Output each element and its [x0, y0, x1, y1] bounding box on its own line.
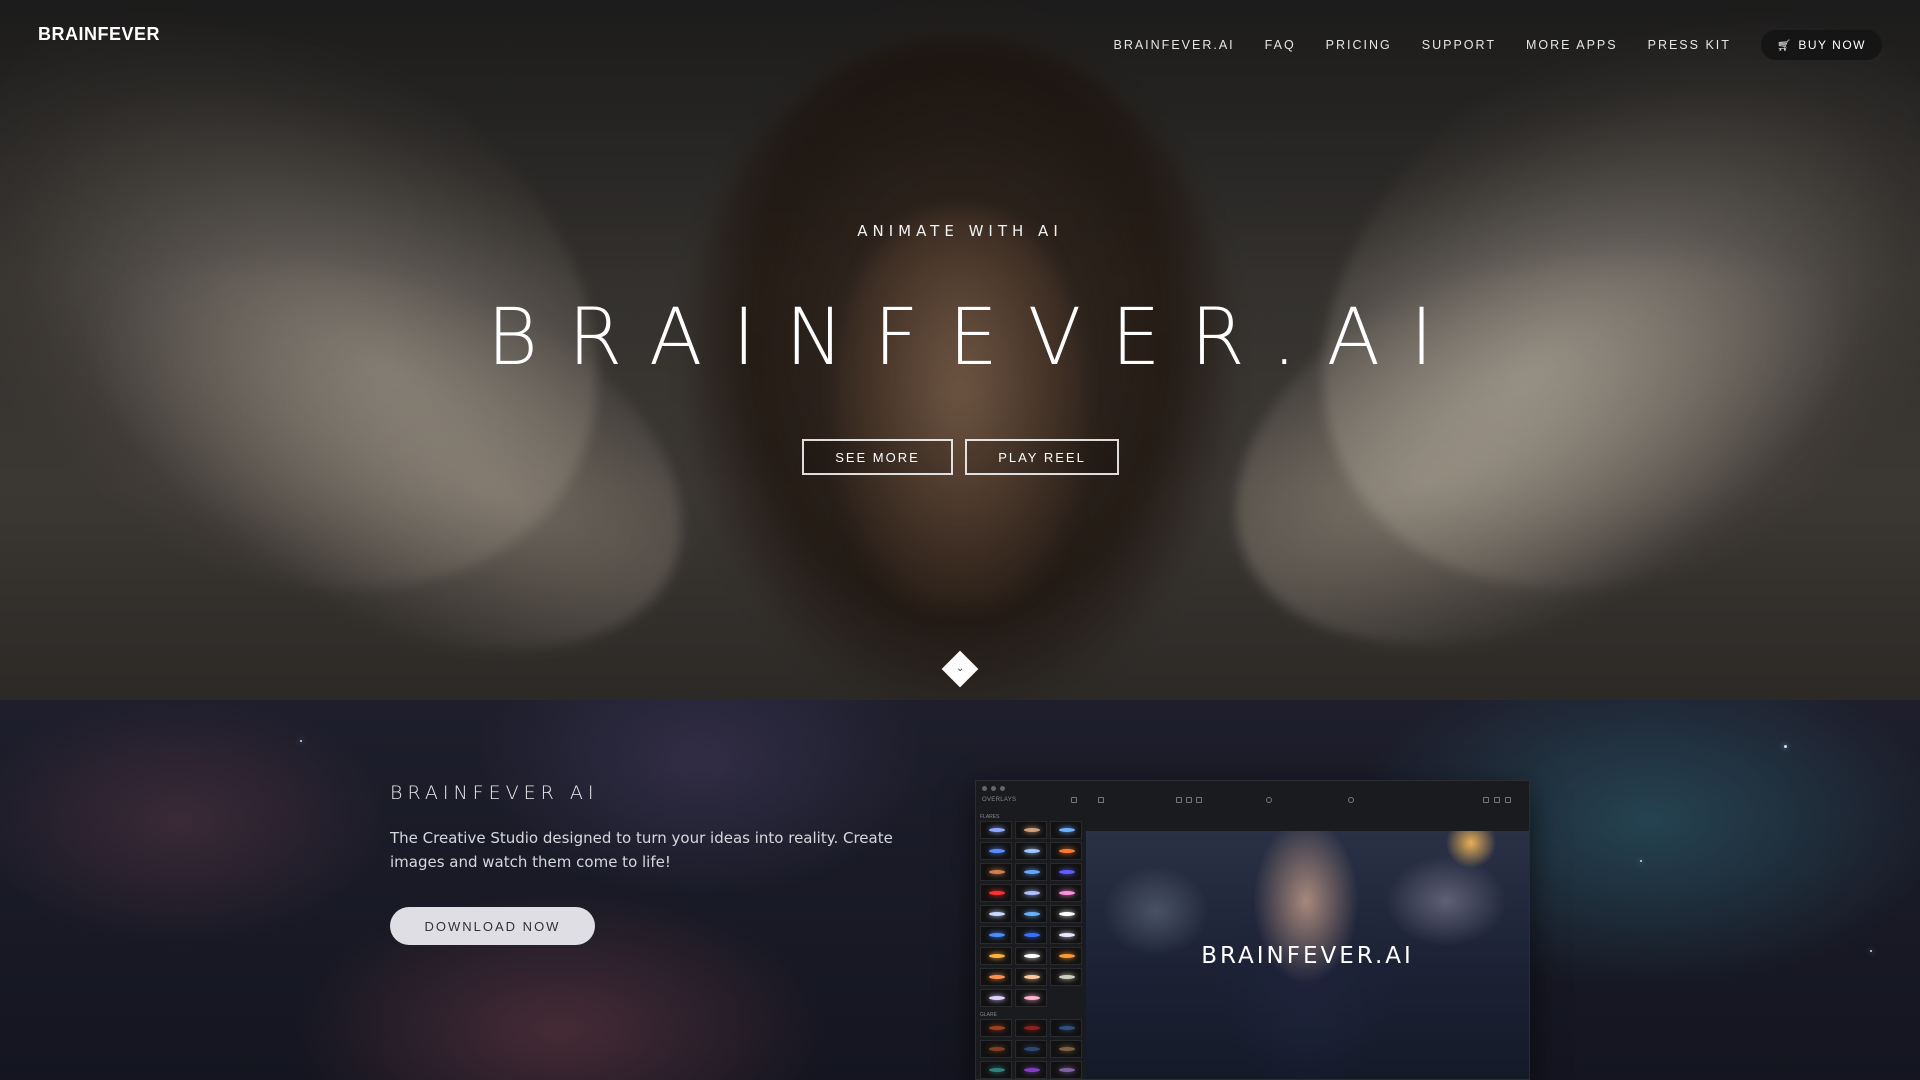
flare-thumb	[1050, 884, 1082, 902]
canvas-preview-text: BRAINFEVER.AI	[1201, 943, 1414, 969]
panel-title: OVERLAYS	[982, 797, 1017, 803]
feature-description: The Creative Studio designed to turn you…	[390, 829, 893, 871]
glare-thumb	[1050, 1061, 1082, 1079]
nebula-star	[300, 740, 302, 742]
home-icon	[1098, 797, 1104, 803]
hero-buttons: SEE MORE PLAY REEL	[802, 439, 1119, 475]
glare-thumb	[980, 1061, 1012, 1079]
nav-link-support[interactable]: SUPPORT	[1422, 38, 1496, 52]
main-nav: BRAINFEVER.AI FAQ PRICING SUPPORT MORE A…	[1083, 30, 1882, 60]
nav-link-press-kit[interactable]: PRESS KIT	[1648, 38, 1731, 52]
chevron-down-icon: ⌄	[955, 662, 965, 674]
nebula-star	[1870, 950, 1872, 952]
flare-thumb	[1050, 905, 1082, 923]
flare-thumb	[1015, 884, 1047, 902]
flare-thumb	[1050, 968, 1082, 986]
flare-thumb	[980, 905, 1012, 923]
glare-thumb	[980, 1040, 1012, 1058]
flare-thumb	[1015, 842, 1047, 860]
flare-thumb	[980, 947, 1012, 965]
app-screenshot: OVERLAYS FLARES GLARE BRAINFEVER.AI	[975, 780, 1530, 1080]
window-zoom-dot	[1000, 786, 1005, 791]
download-now-button[interactable]: DOWNLOAD NOW	[390, 907, 595, 945]
flare-thumb	[980, 989, 1012, 1007]
zoom-icon	[1176, 797, 1182, 803]
flare-thumb	[1015, 905, 1047, 923]
nebula-star	[1640, 860, 1642, 862]
canvas-preview-image: BRAINFEVER.AI	[1086, 831, 1529, 1079]
flare-thumb	[1015, 989, 1047, 1007]
flare-thumb	[980, 968, 1012, 986]
buy-now-label: BUY NOW	[1798, 38, 1866, 52]
cart-icon: 🛒︎	[1776, 39, 1793, 52]
nav-link-faq[interactable]: FAQ	[1265, 38, 1296, 52]
settings-icon	[1483, 797, 1489, 803]
flare-thumb	[1050, 842, 1082, 860]
glare-thumb	[1015, 1019, 1047, 1037]
buy-now-button[interactable]: 🛒︎ BUY NOW	[1760, 30, 1882, 60]
flares-label: FLARES	[980, 814, 1000, 820]
glare-thumb	[1050, 1019, 1082, 1037]
flare-thumb	[1015, 821, 1047, 839]
flare-thumb	[1050, 863, 1082, 881]
flare-thumb	[1015, 926, 1047, 944]
flare-thumb	[980, 863, 1012, 881]
flare-thumb	[980, 884, 1012, 902]
zoom-icon	[1186, 797, 1192, 803]
flare-thumb	[1015, 947, 1047, 965]
nebula-star	[1784, 745, 1787, 748]
redo-icon	[1348, 797, 1354, 803]
flare-thumb	[1050, 926, 1082, 944]
flare-thumb	[1015, 968, 1047, 986]
settings-icon	[1494, 797, 1500, 803]
window-controls	[982, 786, 1005, 791]
glare-thumb	[980, 1019, 1012, 1037]
flare-thumb	[1050, 821, 1082, 839]
flare-thumb	[1050, 947, 1082, 965]
undo-icon	[1266, 797, 1272, 803]
flares-grid	[980, 821, 1082, 1007]
window-minimize-dot	[991, 786, 996, 791]
hero-eyebrow: ANIMATE WITH AI	[857, 222, 1063, 240]
flare-thumb	[1015, 863, 1047, 881]
brand-logo[interactable]: BRAINFEVER	[38, 24, 160, 45]
play-reel-button[interactable]: PLAY REEL	[965, 439, 1119, 475]
feature-section	[0, 700, 1920, 1080]
flare-thumb	[980, 821, 1012, 839]
glare-label: GLARE	[980, 1012, 997, 1018]
window-close-dot	[982, 786, 987, 791]
feature-title: BRAINFEVER AI	[390, 782, 599, 804]
glare-grid	[980, 1019, 1082, 1079]
nav-link-pricing[interactable]: PRICING	[1326, 38, 1392, 52]
glare-thumb	[1015, 1061, 1047, 1079]
flare-thumb	[980, 926, 1012, 944]
nav-link-brainfever-ai[interactable]: BRAINFEVER.AI	[1113, 38, 1234, 52]
nav-link-more-apps[interactable]: MORE APPS	[1526, 38, 1618, 52]
see-more-button[interactable]: SEE MORE	[802, 439, 953, 475]
app-toolbar: OVERLAYS	[976, 793, 1529, 809]
export-icon	[1505, 797, 1511, 803]
zoom-icon	[1196, 797, 1202, 803]
glare-thumb	[1050, 1040, 1082, 1058]
hero-title: BRAINFEVER.AI	[486, 293, 1464, 383]
glare-thumb	[1015, 1040, 1047, 1058]
flare-thumb	[980, 842, 1012, 860]
panel-icon	[1071, 797, 1077, 803]
